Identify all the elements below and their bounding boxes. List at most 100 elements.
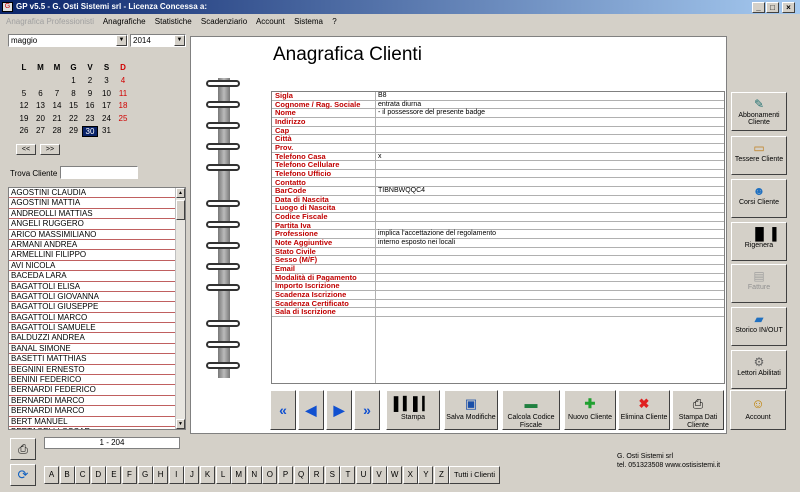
side-button-people[interactable]: ☻ Corsi Cliente: [731, 179, 787, 218]
calendar-day[interactable]: 9: [82, 89, 98, 98]
client-list-item[interactable]: BERT MANUEL: [9, 417, 185, 427]
client-list[interactable]: AGOSTINI CLAUDIA AGOSTINI MATTIA ANDREOLLI…: [8, 187, 186, 430]
client-list-item[interactable]: BERNARDI MARCO: [9, 396, 185, 407]
client-list-item[interactable]: ANGELI RUGGERO: [9, 219, 185, 230]
field-value[interactable]: - il possessore del presente badge: [378, 109, 485, 117]
client-list-item[interactable]: AVI NICOLA: [9, 261, 185, 272]
letter-filter-button[interactable]: N: [246, 466, 262, 484]
calendar-day[interactable]: 14: [49, 101, 65, 110]
calendar-day[interactable]: 2: [82, 76, 98, 85]
field-value[interactable]: entrata diurna: [378, 101, 421, 109]
client-list-item[interactable]: BERNARDI FEDERICO: [9, 385, 185, 396]
menu-help[interactable]: ?: [332, 17, 336, 26]
client-list-item[interactable]: BAGATTOLI GIUSEPPE: [9, 302, 185, 313]
calendar-day[interactable]: 22: [66, 114, 82, 123]
calendar-next-button[interactable]: >>: [40, 144, 60, 155]
letter-filter-button[interactable]: M: [231, 466, 247, 484]
calendar-day[interactable]: 26: [16, 126, 32, 135]
maximize-button[interactable]: □: [766, 2, 779, 13]
client-list-item[interactable]: BAGATTOLI MARCO: [9, 313, 185, 324]
letter-filter-button[interactable]: B: [59, 466, 75, 484]
calendar-day[interactable]: 5: [16, 89, 32, 98]
calendar-day[interactable]: 23: [82, 114, 98, 123]
letter-filter-button[interactable]: Q: [293, 466, 309, 484]
menu-account[interactable]: Account: [256, 17, 285, 26]
calendar-day[interactable]: 11: [115, 89, 131, 98]
calendar-day[interactable]: 21: [49, 114, 65, 123]
client-list-item[interactable]: AGOSTINI MATTIA: [9, 198, 185, 209]
letter-filter-button[interactable]: D: [90, 466, 106, 484]
last-record-button[interactable]: »: [354, 390, 380, 430]
letter-filter-button[interactable]: K: [200, 466, 215, 484]
letter-filter-button[interactable]: Y: [418, 466, 434, 484]
calendar-day[interactable]: 16: [82, 101, 98, 110]
refresh-button[interactable]: ⟳: [10, 464, 36, 486]
month-select[interactable]: maggio ▼: [8, 34, 128, 47]
menu-sistema[interactable]: Sistema: [294, 17, 323, 26]
delete-client-button[interactable]: ✖ Elimina Cliente: [618, 390, 670, 430]
calendar-day[interactable]: 28: [49, 126, 65, 135]
field-value[interactable]: B8: [378, 92, 387, 100]
scroll-up-icon[interactable]: ▲: [176, 188, 185, 198]
search-input[interactable]: [60, 166, 138, 179]
letter-filter-button[interactable]: U: [356, 466, 371, 484]
letter-filter-button[interactable]: W: [387, 466, 403, 484]
side-button-card[interactable]: ▭ Tessere Cliente: [731, 136, 787, 175]
client-list-item[interactable]: AGOSTINI CLAUDIA: [9, 188, 185, 199]
side-button-folder[interactable]: ▰ Storico IN/OUT: [731, 307, 787, 346]
save-button[interactable]: ▣ Salva Modifiche: [444, 390, 498, 430]
all-clients-button[interactable]: Tutti i Clienti: [449, 466, 500, 484]
calendar-day[interactable]: 24: [99, 114, 115, 123]
calendar-day[interactable]: 1: [66, 76, 82, 85]
field-value[interactable]: implica l'accettazione del regolamento: [378, 230, 496, 238]
menu-statistiche[interactable]: Statistiche: [155, 17, 192, 26]
account-button[interactable]: ☺ Account: [730, 390, 786, 430]
field-value[interactable]: x: [378, 153, 382, 161]
client-list-item[interactable]: ARMANI ANDREA: [9, 240, 185, 251]
print-list-button[interactable]: ⎙: [10, 438, 36, 460]
side-button-subscription[interactable]: ✎ Abbonamenti Cliente: [731, 92, 787, 131]
print-client-data-button[interactable]: ⎙ Stampa Dati Cliente: [672, 390, 724, 430]
scroll-down-icon[interactable]: ▼: [176, 419, 185, 429]
side-button-invoice[interactable]: ▤ Fatture: [731, 264, 787, 303]
calendar-day[interactable]: 18: [115, 101, 131, 110]
field-value[interactable]: TIBNBWQQC4: [378, 187, 425, 195]
calendar-day[interactable]: 19: [16, 114, 32, 123]
letter-filter-button[interactable]: Z: [434, 466, 449, 484]
menu-scadenziario[interactable]: Scadenziario: [201, 17, 247, 26]
client-list-item[interactable]: ARMELLINI FILIPPO: [9, 250, 185, 261]
letter-filter-button[interactable]: T: [340, 466, 356, 484]
client-list-item[interactable]: BERTAGELLI OSCAR: [9, 427, 185, 429]
calendar-day[interactable]: 27: [33, 126, 49, 135]
chevron-down-icon[interactable]: ▼: [116, 35, 127, 46]
scroll-thumb[interactable]: [176, 200, 185, 220]
calendar-day[interactable]: 8: [66, 89, 82, 98]
letter-filter-button[interactable]: C: [75, 466, 91, 484]
letter-filter-button[interactable]: L: [215, 466, 231, 484]
calendar-day[interactable]: 30: [82, 126, 98, 137]
side-button-readers[interactable]: ⚙ Lettori Abilitati: [731, 350, 787, 389]
client-list-item[interactable]: BAGATTOLI GIOVANNA: [9, 292, 185, 303]
letter-filter-button[interactable]: H: [153, 466, 169, 484]
calendar-day[interactable]: 10: [99, 89, 115, 98]
calendar-day[interactable]: 4: [115, 76, 131, 85]
calendar-day[interactable]: 3: [99, 76, 115, 85]
chevron-down-icon[interactable]: ▼: [174, 35, 185, 46]
client-list-item[interactable]: BACEDA LARA: [9, 271, 185, 282]
client-list-item[interactable]: BANAL SIMONE: [9, 344, 185, 355]
field-value[interactable]: interno esposto nei locali: [378, 239, 455, 247]
letter-filter-button[interactable]: S: [324, 466, 340, 484]
scrollbar[interactable]: ▲ ▼: [175, 188, 185, 429]
menu-anagrafica-professionisti[interactable]: Anagrafica Professionisti: [6, 17, 94, 26]
first-record-button[interactable]: «: [270, 390, 296, 430]
client-list-item[interactable]: BAGATTOLI ELISA: [9, 282, 185, 292]
calcola-codice-fiscale-button[interactable]: ▬ Calcola Codice Fiscale: [502, 390, 560, 430]
letter-filter-button[interactable]: R: [309, 466, 325, 484]
letter-filter-button[interactable]: E: [106, 466, 122, 484]
calendar-day[interactable]: 12: [16, 101, 32, 110]
stampa-button[interactable]: ▌▍▌▎ Stampa: [386, 390, 440, 430]
letter-filter-button[interactable]: O: [262, 466, 278, 484]
letter-filter-button[interactable]: F: [122, 466, 137, 484]
next-record-button[interactable]: ▶: [326, 390, 352, 430]
year-select[interactable]: 2014 ▼: [130, 34, 186, 47]
